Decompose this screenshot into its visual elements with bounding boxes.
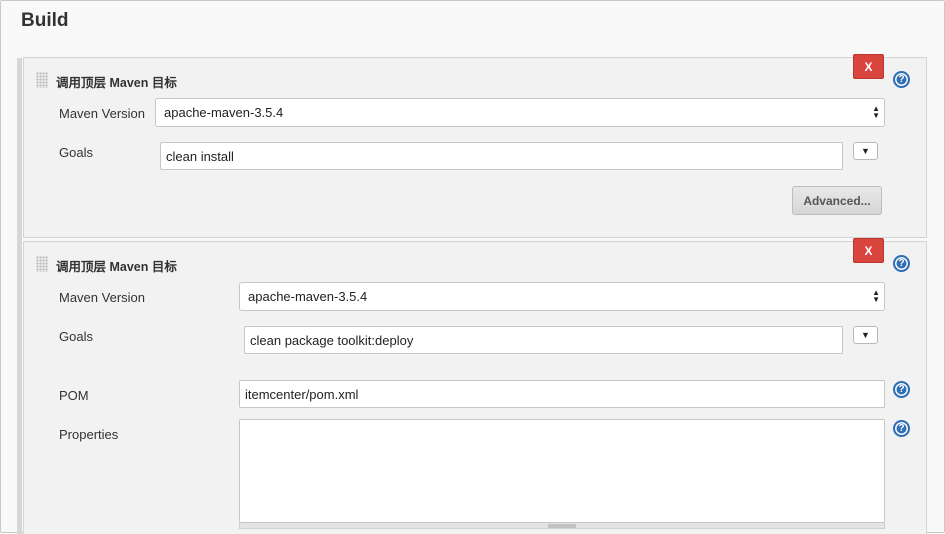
help-icon[interactable]: ? <box>893 71 910 88</box>
drag-handle-icon[interactable] <box>36 72 48 88</box>
build-section: Build 调用顶层 Maven 目标 X ? Maven Version ap… <box>0 0 945 534</box>
goals-label: Goals <box>59 145 93 160</box>
properties-textarea[interactable] <box>239 419 885 523</box>
pom-label: POM <box>59 388 89 403</box>
maven-version-select[interactable]: apache-maven-3.5.4 ▲ ▼ <box>155 98 885 127</box>
drag-handle-icon[interactable] <box>36 256 48 272</box>
maven-version-value: apache-maven-3.5.4 <box>164 105 284 120</box>
select-arrows-icon: ▲ ▼ <box>872 104 880 120</box>
build-step-1: 调用顶层 Maven 目标 X ? Maven Version apache-m… <box>23 54 927 238</box>
help-icon[interactable]: ? <box>893 381 910 398</box>
goals-expand-button[interactable]: ▼ <box>853 142 878 160</box>
select-arrows-icon: ▲ ▼ <box>872 288 880 304</box>
properties-label: Properties <box>59 427 119 442</box>
resize-handle[interactable] <box>548 524 576 528</box>
help-icon[interactable]: ? <box>893 255 910 272</box>
advanced-button[interactable]: Advanced... <box>792 186 882 215</box>
maven-version-select[interactable]: apache-maven-3.5.4 ▲ ▼ <box>239 282 885 311</box>
build-step-2: 调用顶层 Maven 目标 X ? Maven Version apache-m… <box>23 238 927 534</box>
maven-version-label: Maven Version <box>59 106 145 121</box>
section-title: Build <box>21 10 69 31</box>
drag-track <box>17 58 22 534</box>
maven-version-label: Maven Version <box>59 290 145 305</box>
maven-version-value: apache-maven-3.5.4 <box>248 289 368 304</box>
goals-input[interactable]: clean package toolkit:deploy <box>244 326 843 354</box>
textarea-resize-bar[interactable] <box>239 523 885 529</box>
pom-input[interactable]: itemcenter/pom.xml <box>239 380 885 408</box>
goals-expand-button[interactable]: ▼ <box>853 326 878 344</box>
help-icon[interactable]: ? <box>893 420 910 437</box>
delete-step-button[interactable]: X <box>853 54 884 79</box>
goals-input[interactable]: clean install <box>160 142 843 170</box>
delete-step-button[interactable]: X <box>853 238 884 263</box>
step-title: 调用顶层 Maven 目标 <box>56 260 177 274</box>
goals-label: Goals <box>59 329 93 344</box>
step-title: 调用顶层 Maven 目标 <box>56 76 177 90</box>
